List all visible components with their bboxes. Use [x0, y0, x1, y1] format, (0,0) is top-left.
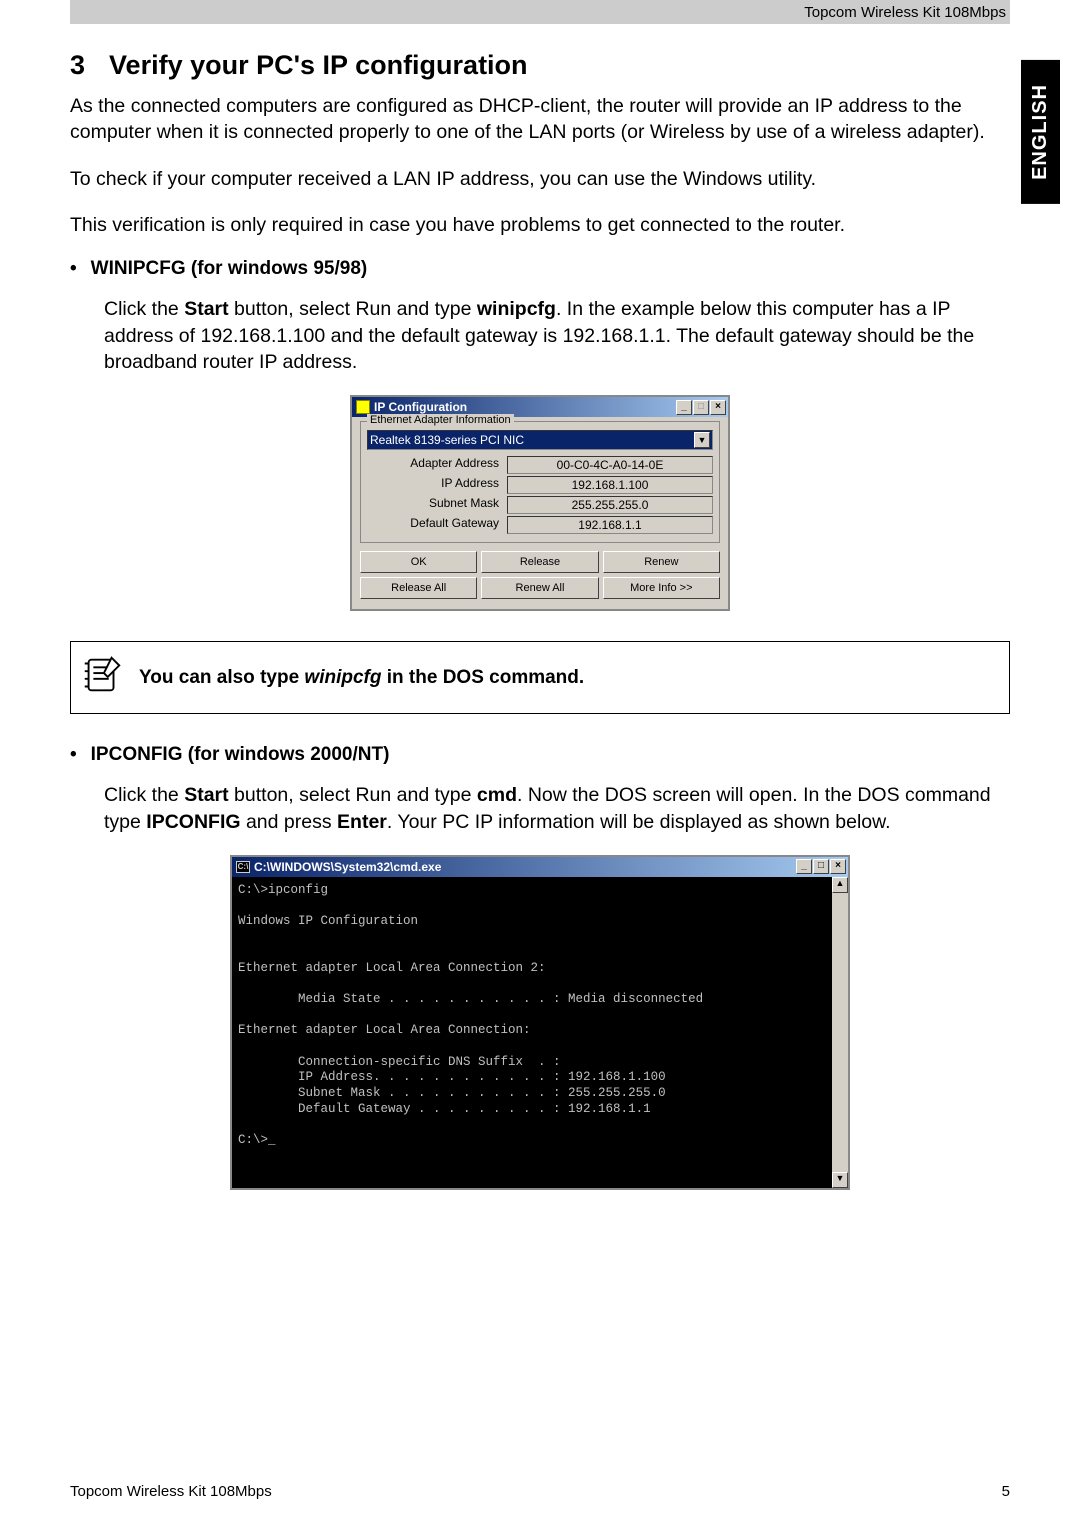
ipconfig-paragraph: Click the Start button, select Run and t…	[104, 782, 1010, 835]
note-box: You can also type winipcfg in the DOS co…	[70, 641, 1010, 714]
fieldset-legend: Ethernet Adapter Information	[367, 414, 514, 426]
scroll-down-button[interactable]: ▼	[832, 1172, 848, 1188]
footer-left: Topcom Wireless Kit 108Mbps	[70, 1483, 272, 1500]
cmd-output: C:\>ipconfig Windows IP Configuration Et…	[232, 877, 832, 1189]
cmd-icon: C:\	[236, 861, 250, 873]
more-info-button[interactable]: More Info >>	[603, 577, 720, 599]
ip-address-value: 192.168.1.100	[507, 476, 713, 494]
adapter-fieldset: Ethernet Adapter Information Realtek 813…	[360, 421, 720, 543]
minimize-button[interactable]: _	[676, 400, 692, 415]
adapter-selected: Realtek 8139-series PCI NIC	[370, 433, 524, 447]
adapter-address-label: Adapter Address	[367, 456, 507, 474]
subnet-mask-label: Subnet Mask	[367, 496, 507, 514]
release-all-button[interactable]: Release All	[360, 577, 477, 599]
doc-title: Topcom Wireless Kit 108Mbps	[804, 4, 1006, 21]
page-header: Topcom Wireless Kit 108Mbps	[70, 0, 1010, 24]
maximize-button: □	[693, 400, 709, 415]
adapter-address-value: 00-C0-4C-A0-14-0E	[507, 456, 713, 474]
cmd-maximize-button[interactable]: □	[813, 859, 829, 874]
section-number: 3	[70, 50, 85, 80]
close-button[interactable]: ×	[710, 400, 726, 415]
ip-address-label: IP Address	[367, 476, 507, 494]
intro-paragraph-1: As the connected computers are configure…	[70, 93, 1010, 146]
notebook-icon	[79, 652, 125, 703]
ipconfig-heading: IPCONFIG (for windows 2000/NT)	[70, 744, 1010, 766]
cmd-minimize-button[interactable]: _	[796, 859, 812, 874]
page-footer: Topcom Wireless Kit 108Mbps 5	[70, 1483, 1010, 1500]
intro-paragraph-3: This verification is only required in ca…	[70, 212, 1010, 238]
subnet-mask-value: 255.255.255.0	[507, 496, 713, 514]
default-gateway-label: Default Gateway	[367, 516, 507, 534]
renew-all-button[interactable]: Renew All	[481, 577, 598, 599]
cmd-close-button[interactable]: ×	[830, 859, 846, 874]
cmd-title: C:\WINDOWS\System32\cmd.exe	[254, 860, 441, 874]
language-tab: ENGLISH	[1021, 60, 1060, 204]
scroll-up-button[interactable]: ▲	[832, 877, 848, 893]
ip-configuration-window: IP Configuration _ □ × Ethernet Adapter …	[350, 395, 730, 611]
section-title-text: Verify your PC's IP configuration	[109, 50, 528, 80]
cmd-titlebar: C:\ C:\WINDOWS\System32\cmd.exe _ □ ×	[232, 857, 848, 877]
winipcfg-paragraph: Click the Start button, select Run and t…	[104, 296, 1010, 375]
chevron-down-icon[interactable]: ▼	[694, 432, 710, 448]
release-button[interactable]: Release	[481, 551, 598, 573]
scrollbar[interactable]: ▲ ▼	[832, 877, 848, 1189]
ok-button[interactable]: OK	[360, 551, 477, 573]
renew-button[interactable]: Renew	[603, 551, 720, 573]
adapter-select[interactable]: Realtek 8139-series PCI NIC ▼	[367, 430, 713, 450]
cmd-window: C:\ C:\WINDOWS\System32\cmd.exe _ □ × C:…	[230, 855, 850, 1191]
note-text: You can also type winipcfg in the DOS co…	[139, 667, 584, 689]
window-title: IP Configuration	[374, 400, 467, 414]
section-title: 3 Verify your PC's IP configuration	[70, 50, 1010, 81]
page-number: 5	[1002, 1483, 1010, 1500]
window-icon	[356, 400, 370, 414]
winipcfg-heading: WINIPCFG (for windows 95/98)	[70, 258, 1010, 280]
intro-paragraph-2: To check if your computer received a LAN…	[70, 166, 1010, 192]
default-gateway-value: 192.168.1.1	[507, 516, 713, 534]
scroll-track[interactable]	[832, 893, 848, 1173]
